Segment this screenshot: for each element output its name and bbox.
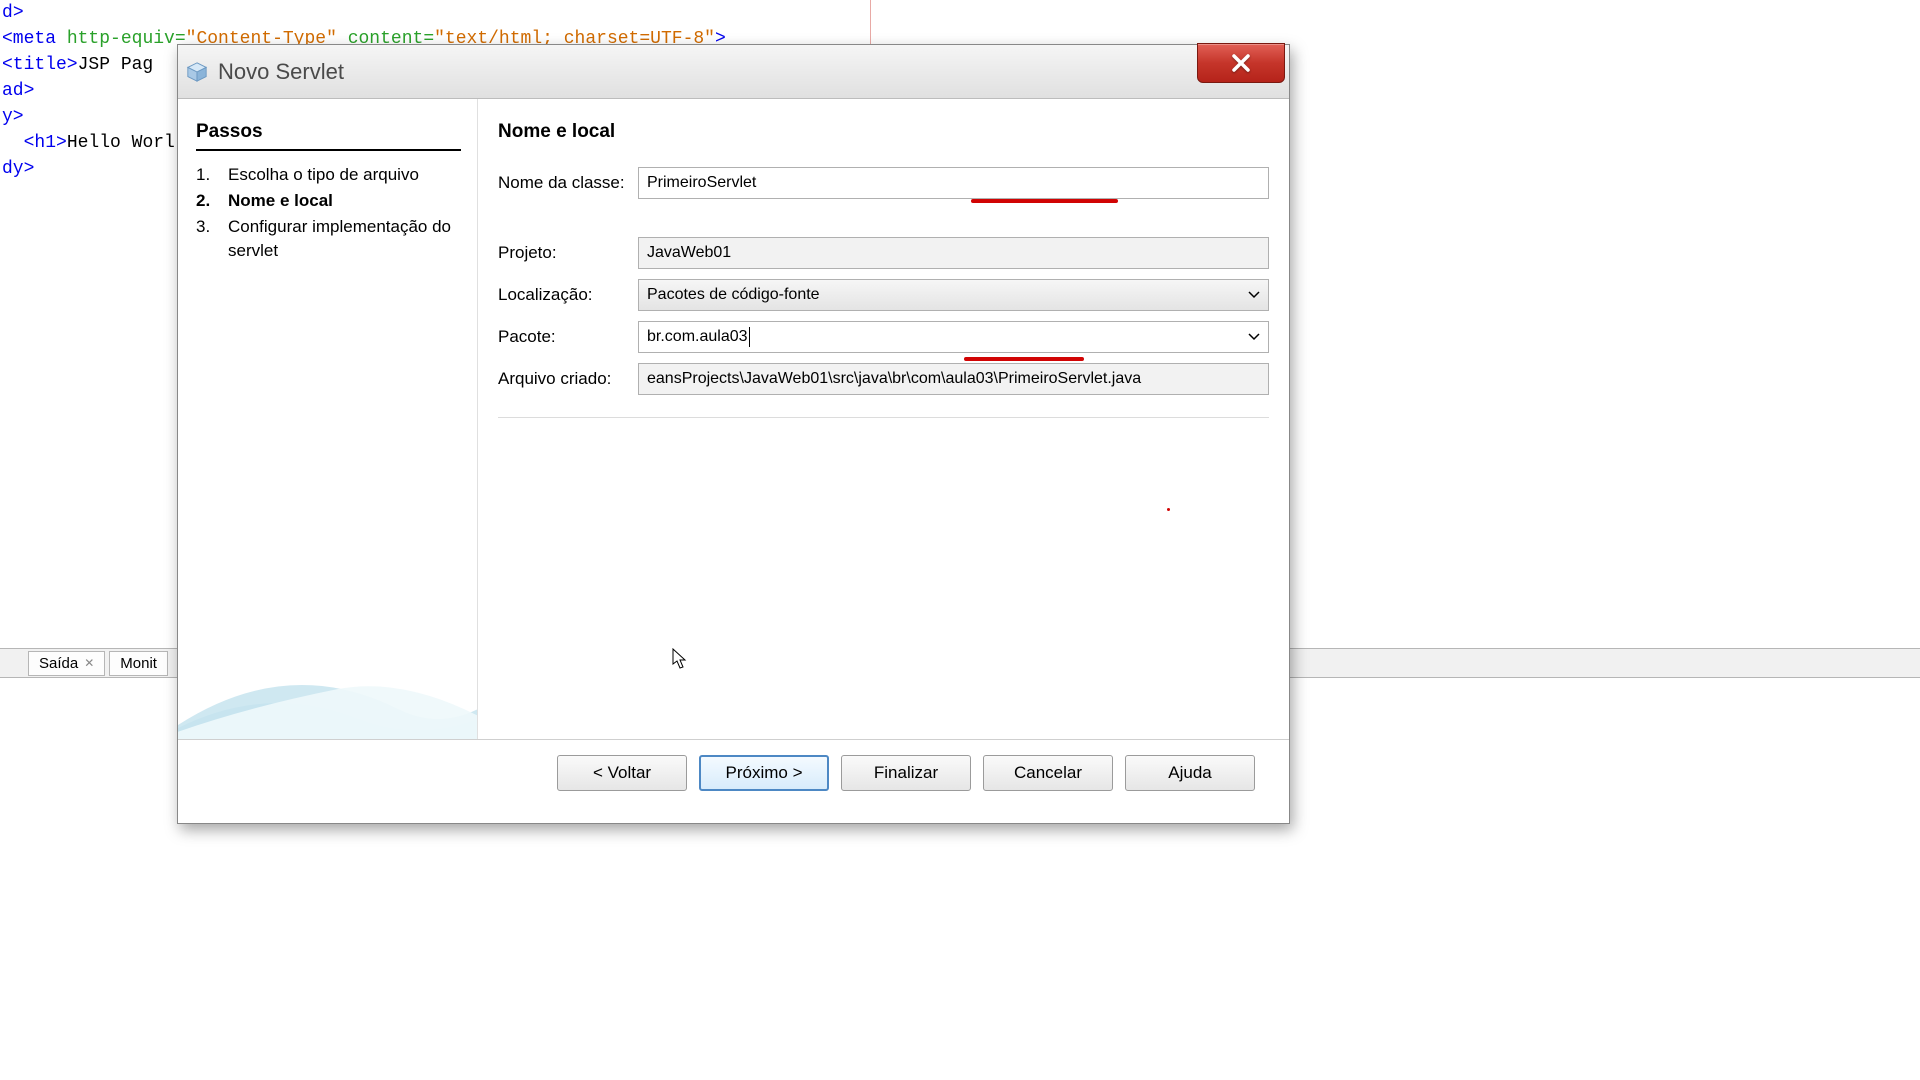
steps-list: 1.Escolha o tipo de arquivo2.Nome e loca… [196, 163, 459, 263]
chevron-down-icon [1248, 328, 1260, 346]
location-combo[interactable]: Pacotes de código-fonte [638, 279, 1269, 311]
cancel-button[interactable]: Cancelar [983, 755, 1113, 791]
class-name-label: Nome da classe: [498, 173, 638, 193]
annotation-dot [1167, 508, 1170, 511]
close-icon[interactable]: ✕ [84, 656, 94, 670]
decorative-wave [178, 539, 478, 739]
wizard-step: 3.Configurar implementação do servlet [196, 215, 459, 263]
location-value: Pacotes de código-fonte [647, 286, 820, 304]
annotation-underline [964, 357, 1084, 361]
step-number: 2. [196, 189, 228, 213]
back-button[interactable]: < Voltar [557, 755, 687, 791]
package-label: Pacote: [498, 327, 638, 347]
dialog-title: Novo Servlet [218, 59, 344, 85]
row-class-name: Nome da classe: PrimeiroServlet [498, 167, 1269, 199]
class-name-input[interactable]: PrimeiroServlet [638, 167, 1269, 199]
cube-icon [186, 61, 208, 83]
tab-saida[interactable]: Saída ✕ [28, 651, 105, 676]
tab-label: Saída [39, 655, 78, 672]
tab-label: Monit [120, 655, 157, 672]
row-arquivo-criado: Arquivo criado: eansProjects\JavaWeb01\s… [498, 363, 1269, 395]
created-value: eansProjects\JavaWeb01\src\java\br\com\a… [647, 370, 1141, 388]
form-divider [498, 417, 1269, 418]
annotation-underline [971, 199, 1118, 203]
step-number: 3. [196, 215, 228, 263]
finish-button[interactable]: Finalizar [841, 755, 971, 791]
row-pacote: Pacote: br.com.aula03 [498, 321, 1269, 353]
row-project: Projeto: JavaWeb01 [498, 237, 1269, 269]
dialog-button-bar: < Voltar Próximo > Finalizar Cancelar Aj… [178, 739, 1289, 805]
created-readonly: eansProjects\JavaWeb01\src\java\br\com\a… [638, 363, 1269, 395]
step-label: Nome e local [228, 189, 459, 213]
mouse-cursor-icon [672, 648, 688, 670]
row-localizacao: Localização: Pacotes de código-fonte [498, 279, 1269, 311]
help-button[interactable]: Ajuda [1125, 755, 1255, 791]
wizard-step: 2.Nome e local [196, 189, 459, 213]
form-panel: Nome e local Nome da classe: PrimeiroSer… [478, 99, 1289, 739]
package-value: br.com.aula03 [647, 328, 748, 346]
class-name-value: PrimeiroServlet [647, 174, 756, 192]
step-number: 1. [196, 163, 228, 187]
steps-heading: Passos [196, 121, 461, 151]
new-servlet-dialog: Novo Servlet Passos 1.Escolha o tipo de … [177, 44, 1290, 824]
step-label: Escolha o tipo de arquivo [228, 163, 459, 187]
project-readonly: JavaWeb01 [638, 237, 1269, 269]
steps-panel: Passos 1.Escolha o tipo de arquivo2.Nome… [178, 99, 478, 739]
package-combo[interactable]: br.com.aula03 [638, 321, 1269, 353]
text-cursor [749, 327, 750, 347]
close-button[interactable] [1197, 43, 1285, 83]
close-icon [1230, 52, 1252, 74]
wizard-step: 1.Escolha o tipo de arquivo [196, 163, 459, 187]
created-label: Arquivo criado: [498, 369, 638, 389]
project-value: JavaWeb01 [647, 244, 731, 262]
next-button[interactable]: Próximo > [699, 755, 829, 791]
dialog-titlebar[interactable]: Novo Servlet [178, 45, 1289, 99]
form-heading: Nome e local [498, 121, 1269, 143]
dialog-body: Passos 1.Escolha o tipo de arquivo2.Nome… [178, 99, 1289, 739]
project-label: Projeto: [498, 243, 638, 263]
location-label: Localização: [498, 285, 638, 305]
step-label: Configurar implementação do servlet [228, 215, 459, 263]
chevron-down-icon [1248, 286, 1260, 304]
tab-monit[interactable]: Monit [109, 651, 168, 676]
